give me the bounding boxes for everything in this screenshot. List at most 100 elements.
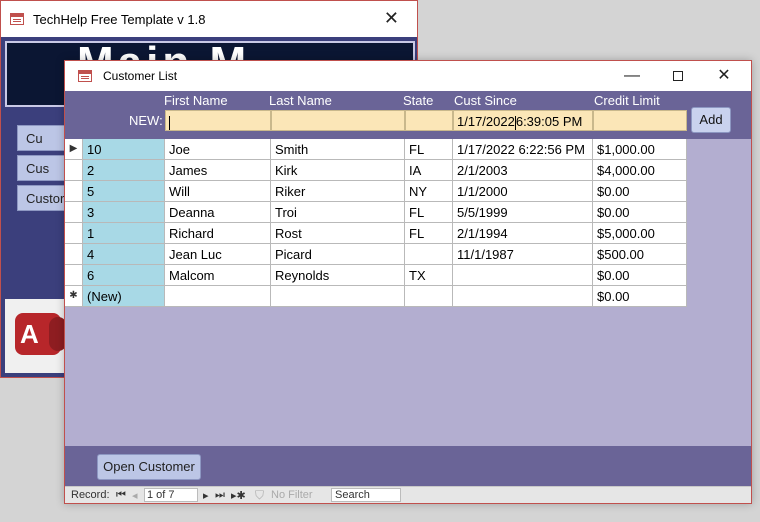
last-name-cell[interactable]: Rost	[271, 223, 405, 244]
access-logo-letter: A	[20, 319, 39, 349]
last-name-cell[interactable]: Reynolds	[271, 265, 405, 286]
record-selector[interactable]	[65, 265, 83, 286]
record-selector[interactable]	[65, 202, 83, 223]
form-icon	[78, 70, 92, 82]
state-cell[interactable]: IA	[405, 160, 453, 181]
first-name-cell[interactable]: Deanna	[165, 202, 271, 223]
state-cell[interactable]	[405, 286, 453, 307]
record-selector[interactable]	[65, 244, 83, 265]
last-record-icon[interactable]: ⏭	[215, 489, 225, 502]
last-name-cell[interactable]: Kirk	[271, 160, 405, 181]
cust-since-cell[interactable]: 1/17/2022 6:22:56 PM	[453, 139, 593, 160]
table-row: 3 Deanna Troi FL 5/5/1999 $0.00	[65, 202, 687, 223]
customer-id-cell[interactable]: 4	[83, 244, 165, 265]
customer-id-cell[interactable]: 1	[83, 223, 165, 244]
new-cust-since-date: 1/17/2022	[457, 114, 515, 129]
column-header-last-name: Last Name	[269, 93, 332, 108]
table-row: ▶ 10 Joe Smith FL 1/17/2022 6:22:56 PM $1,000.…	[65, 139, 687, 160]
credit-limit-cell[interactable]: $0.00	[593, 286, 687, 307]
cust-since-cell[interactable]: 2/1/2003	[453, 160, 593, 181]
open-customer-button[interactable]: Open Customer	[97, 454, 201, 480]
first-name-cell[interactable]: Will	[165, 181, 271, 202]
table-row: 1 Richard Rost FL 2/1/1994 $5,000.00	[65, 223, 687, 244]
last-name-cell[interactable]: Troi	[271, 202, 405, 223]
previous-record-icon[interactable]: ◂	[132, 489, 138, 502]
new-state-input[interactable]	[405, 110, 453, 131]
maximize-icon[interactable]	[663, 65, 693, 87]
new-credit-limit-input[interactable]	[593, 110, 687, 131]
record-label: Record:	[71, 489, 110, 501]
state-cell[interactable]: TX	[405, 265, 453, 286]
new-last-name-input[interactable]	[271, 110, 405, 131]
next-record-icon[interactable]: ▸	[203, 489, 209, 502]
last-name-cell[interactable]: Picard	[271, 244, 405, 265]
customer-id-cell[interactable]: (New)	[83, 286, 165, 307]
state-cell[interactable]: FL	[405, 139, 453, 160]
access-logo: A	[5, 299, 67, 373]
new-cust-since-input[interactable]: 1/17/20226:39:05 PM	[453, 110, 593, 131]
new-record-row: ✱ (New) $0.00	[65, 286, 687, 307]
first-name-cell[interactable]: Jean Luc	[165, 244, 271, 265]
credit-limit-cell[interactable]: $0.00	[593, 202, 687, 223]
last-name-cell[interactable]: Smith	[271, 139, 405, 160]
filter-icon[interactable]: ⛉	[255, 488, 264, 503]
column-header-first-name: First Name	[164, 93, 228, 108]
record-selector[interactable]	[65, 160, 83, 181]
record-selector[interactable]	[65, 223, 83, 244]
customer-id-cell[interactable]: 3	[83, 202, 165, 223]
first-name-cell[interactable]: Malcom	[165, 265, 271, 286]
state-cell[interactable]: FL	[405, 223, 453, 244]
record-selector[interactable]: ▶	[65, 139, 83, 160]
minimize-icon[interactable]: —	[617, 65, 647, 87]
new-first-name-input[interactable]	[165, 110, 271, 131]
first-name-cell[interactable]: Richard	[165, 223, 271, 244]
window-title: Customer List	[103, 69, 178, 83]
record-selector[interactable]: ✱	[65, 286, 83, 307]
last-name-cell[interactable]	[271, 286, 405, 307]
cust-since-cell[interactable]	[453, 265, 593, 286]
record-navigation-bar: Record: ⏮ ◂ 1 of 7 ▸ ⏭ ▸✱ ⛉ No Filter Se…	[65, 486, 751, 503]
customer-id-cell[interactable]: 10	[83, 139, 165, 160]
state-cell[interactable]: FL	[405, 202, 453, 223]
cust-since-cell[interactable]	[453, 286, 593, 307]
first-name-cell[interactable]: Joe	[165, 139, 271, 160]
credit-limit-cell[interactable]: $0.00	[593, 265, 687, 286]
cust-since-cell[interactable]: 2/1/1994	[453, 223, 593, 244]
form-header: First Name Last Name State Cust Since Cr…	[65, 91, 751, 139]
first-record-icon[interactable]: ⏮	[116, 489, 126, 502]
search-input[interactable]: Search	[331, 488, 401, 502]
add-button[interactable]: Add	[691, 107, 731, 133]
techhelp-title: TechHelp Free Template v 1.8	[33, 12, 206, 27]
close-icon[interactable]: ✕	[709, 65, 739, 87]
column-header-credit-limit: Credit Limit	[594, 93, 660, 108]
table-row: 5 Will Riker NY 1/1/2000 $0.00	[65, 181, 687, 202]
last-name-cell[interactable]: Riker	[271, 181, 405, 202]
table-row: 6 Malcom Reynolds TX $0.00	[65, 265, 687, 286]
credit-limit-cell[interactable]: $4,000.00	[593, 160, 687, 181]
new-label: NEW:	[129, 113, 163, 128]
techhelp-titlebar[interactable]: TechHelp Free Template v 1.8 ✕	[1, 1, 417, 37]
credit-limit-cell[interactable]: $0.00	[593, 181, 687, 202]
close-icon[interactable]: ✕	[384, 8, 399, 29]
state-cell[interactable]: NY	[405, 181, 453, 202]
customer-id-cell[interactable]: 2	[83, 160, 165, 181]
cust-since-cell[interactable]: 5/5/1999	[453, 202, 593, 223]
column-header-cust-since: Cust Since	[454, 93, 517, 108]
customer-list-titlebar[interactable]: Customer List — ✕	[65, 61, 751, 91]
credit-limit-cell[interactable]: $5,000.00	[593, 223, 687, 244]
cust-since-cell[interactable]: 11/1/1987	[453, 244, 593, 265]
customer-id-cell[interactable]: 5	[83, 181, 165, 202]
form-icon	[10, 13, 24, 25]
current-record-input[interactable]: 1 of 7	[144, 488, 198, 502]
cust-since-cell[interactable]: 1/1/2000	[453, 181, 593, 202]
record-selector[interactable]	[65, 181, 83, 202]
no-filter-label[interactable]: No Filter	[271, 489, 313, 501]
new-record-icon[interactable]: ▸✱	[231, 489, 246, 502]
first-name-cell[interactable]	[165, 286, 271, 307]
credit-limit-cell[interactable]: $500.00	[593, 244, 687, 265]
customer-id-cell[interactable]: 6	[83, 265, 165, 286]
first-name-cell[interactable]: James	[165, 160, 271, 181]
state-cell[interactable]	[405, 244, 453, 265]
new-cust-since-time: 6:39:05 PM	[515, 114, 583, 129]
credit-limit-cell[interactable]: $1,000.00	[593, 139, 687, 160]
